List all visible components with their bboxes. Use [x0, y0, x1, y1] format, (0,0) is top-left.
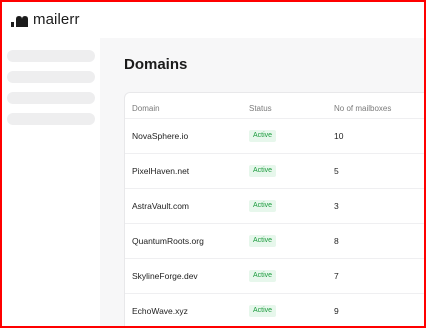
status-badge: Active [249, 270, 277, 282]
table-row[interactable]: QuantumRoots.org Active 8 [125, 223, 426, 258]
domain-name[interactable]: NovaSphere.io [132, 131, 188, 141]
sidebar [0, 38, 100, 328]
mailbox-count: 3 [334, 201, 339, 211]
table-row[interactable]: SkylineForge.dev Active 7 [125, 258, 426, 293]
main-content: Domains Domain Status No of mailboxes No… [100, 38, 426, 328]
table-row[interactable]: PixelHaven.net Active 5 [125, 153, 426, 188]
mailbox-count: 7 [334, 271, 339, 281]
status-badge: Active [249, 235, 277, 247]
domain-name[interactable]: SkylineForge.dev [132, 271, 198, 281]
domain-name[interactable]: EchoWave.xyz [132, 306, 188, 316]
mailbox-count: 8 [334, 236, 339, 246]
status-badge: Active [249, 200, 277, 212]
mailbox-count: 9 [334, 306, 339, 316]
sidebar-item-placeholder [7, 71, 95, 83]
column-header-status[interactable]: Status [249, 104, 272, 113]
sidebar-item-placeholder [7, 92, 95, 104]
mailerr-logo-icon [11, 15, 28, 27]
mailbox-count: 10 [334, 131, 344, 141]
mailbox-count: 5 [334, 166, 339, 176]
domains-table: Domain Status No of mailboxes NovaSphere… [124, 92, 426, 328]
page-title: Domains [124, 56, 188, 73]
app-logo[interactable]: mailerr [11, 11, 80, 28]
app-name: mailerr [33, 11, 80, 28]
status-badge: Active [249, 130, 277, 142]
table-row[interactable]: NovaSphere.io Active 10 [125, 118, 426, 153]
status-badge: Active [249, 305, 277, 317]
column-header-domain[interactable]: Domain [132, 104, 160, 113]
top-bar: mailerr [0, 0, 426, 38]
column-header-mailboxes[interactable]: No of mailboxes [334, 104, 391, 113]
sidebar-item-placeholder [7, 113, 95, 125]
sidebar-item-placeholder [7, 50, 95, 62]
table-row[interactable]: EchoWave.xyz Active 9 [125, 293, 426, 328]
status-badge: Active [249, 165, 277, 177]
domain-name[interactable]: AstraVault.com [132, 201, 189, 211]
domain-name[interactable]: QuantumRoots.org [132, 236, 204, 246]
table-row[interactable]: AstraVault.com Active 3 [125, 188, 426, 223]
domain-name[interactable]: PixelHaven.net [132, 166, 189, 176]
